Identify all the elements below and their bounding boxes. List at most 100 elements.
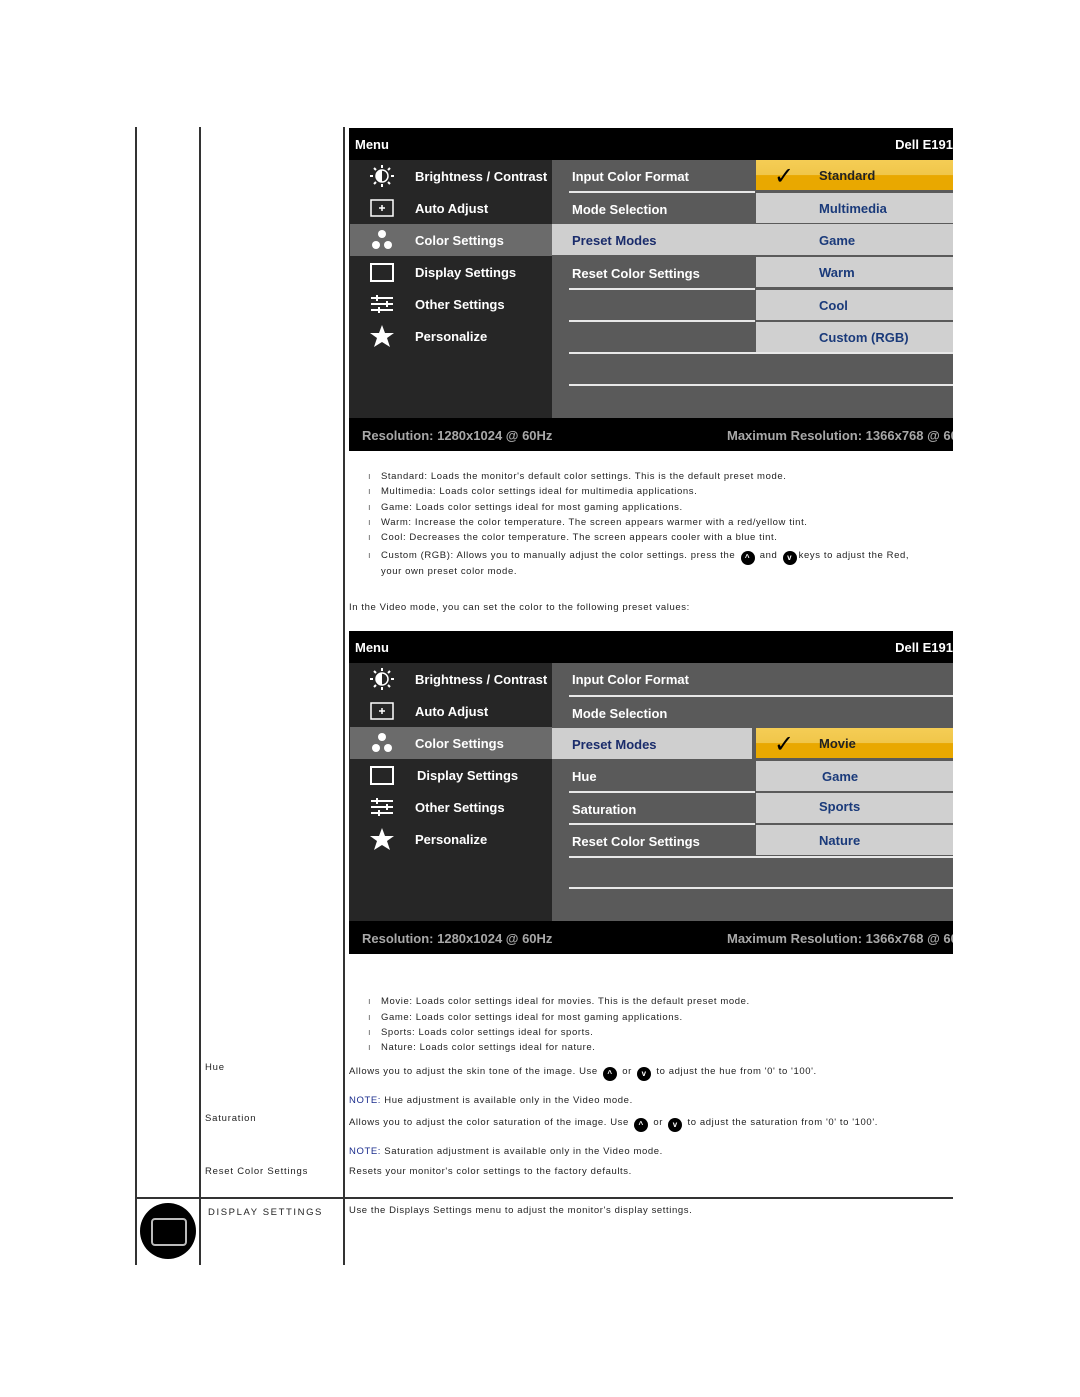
hue-label: Hue bbox=[205, 1062, 225, 1073]
bullet-text: Movie: Loads color settings ideal for mo… bbox=[381, 996, 750, 1007]
osd-menu-label: Brightness / Contrast bbox=[415, 672, 548, 687]
osd-option-movie[interactable]: ✓ Movie bbox=[756, 728, 953, 758]
osd-menu-display-settings[interactable]: Display Settings bbox=[350, 256, 552, 288]
osd-submenu-hue[interactable]: Hue bbox=[552, 760, 752, 791]
bullet-text: Cool: Decreases the color temperature. T… bbox=[381, 532, 778, 543]
osd-option-game[interactable]: Game bbox=[756, 225, 953, 255]
osd-menu-auto-adjust[interactable]: Auto Adjust bbox=[350, 192, 552, 224]
osd-menu-label: Other Settings bbox=[415, 800, 505, 815]
osd-menu-label: Personalize bbox=[415, 329, 488, 344]
note-label: NOTE: bbox=[349, 1146, 382, 1157]
auto-adjust-icon bbox=[370, 702, 394, 720]
osd-submenu-reset-color-settings[interactable]: Reset Color Settings bbox=[552, 825, 752, 856]
note-text: Saturation adjustment is available only … bbox=[384, 1146, 663, 1157]
osd-separator bbox=[569, 887, 953, 889]
reset-color-settings-description: Resets your monitor's color settings to … bbox=[349, 1166, 632, 1177]
osd-menu-color-settings[interactable]: Color Settings bbox=[350, 727, 552, 759]
osd-option-nature[interactable]: Nature bbox=[756, 825, 953, 855]
osd-separator bbox=[569, 352, 953, 354]
osd-separator bbox=[569, 856, 953, 858]
bullet: ı bbox=[368, 532, 372, 543]
bullet: ı bbox=[368, 1027, 372, 1038]
osd-option-game[interactable]: Game bbox=[756, 761, 953, 791]
osd-option-warm[interactable]: Warm bbox=[756, 257, 953, 287]
osd-option-label: Sports bbox=[819, 799, 861, 814]
osd-menu-personalize[interactable]: Personalize bbox=[350, 320, 552, 352]
osd-resolution: Resolution: 1280x1024 @ 60Hz bbox=[362, 931, 553, 946]
osd-menu-label: Other Settings bbox=[415, 297, 505, 312]
osd-option-label: Standard bbox=[819, 168, 876, 183]
osd-submenu-input-color-format[interactable]: Input Color Format bbox=[552, 663, 953, 694]
table-border-col2 bbox=[343, 127, 345, 1265]
osd-separator bbox=[569, 320, 755, 322]
brightness-icon bbox=[370, 165, 394, 187]
osd-submenu-label: Reset Color Settings bbox=[572, 266, 700, 281]
bullet-text: Nature: Loads color settings ideal for n… bbox=[381, 1042, 596, 1053]
osd-option-label: Multimedia bbox=[819, 201, 887, 216]
osd-menu-brightness-contrast[interactable]: Brightness / Contrast bbox=[350, 160, 552, 192]
osd-submenu-saturation[interactable]: Saturation bbox=[552, 793, 752, 824]
video-mode-intro: In the Video mode, you can set the color… bbox=[349, 602, 690, 613]
osd-max-resolution: Maximum Resolution: 1366x768 @ 60 bbox=[727, 931, 953, 946]
osd-submenu-reset-color-settings[interactable]: Reset Color Settings bbox=[552, 257, 752, 288]
osd-submenu-label: Preset Modes bbox=[572, 233, 657, 248]
bullet: ı bbox=[368, 1012, 372, 1023]
osd-menu-brightness-contrast[interactable]: Brightness / Contrast bbox=[350, 663, 552, 695]
osd-max-resolution: Maximum Resolution: 1366x768 @ 60 bbox=[727, 428, 953, 443]
osd-menu-standard: Menu Dell E191 Brightness / Contrast Aut… bbox=[349, 128, 953, 451]
osd-menu-label: Display Settings bbox=[415, 265, 517, 280]
bullet: ı bbox=[368, 996, 372, 1007]
osd-menu-label: Brightness / Contrast bbox=[415, 169, 548, 184]
osd-submenu-input-color-format[interactable]: Input Color Format bbox=[552, 160, 752, 191]
bullet-text: Sports: Loads color settings ideal for s… bbox=[381, 1027, 594, 1038]
osd-submenu-label: Preset Modes bbox=[572, 737, 657, 752]
osd-menu-label: Auto Adjust bbox=[415, 704, 489, 719]
osd-option-custom-rgb[interactable]: Custom (RGB) bbox=[756, 322, 953, 352]
osd-separator bbox=[569, 384, 953, 386]
osd-menu-display-settings[interactable]: Display Settings bbox=[350, 759, 552, 791]
osd-menu-personalize[interactable]: Personalize bbox=[350, 823, 552, 855]
table-row-divider bbox=[135, 1197, 953, 1199]
saturation-desc-1: Allows you to adjust the color saturatio… bbox=[349, 1117, 629, 1128]
osd-footer: Resolution: 1280x1024 @ 60Hz Maximum Res… bbox=[349, 921, 953, 954]
osd-submenu-mode-selection[interactable]: Mode Selection bbox=[552, 697, 953, 728]
osd-main-menu: Brightness / Contrast Auto Adjust Color … bbox=[349, 663, 552, 921]
osd-option-label: Movie bbox=[819, 736, 856, 751]
osd-option-multimedia[interactable]: Multimedia bbox=[756, 193, 953, 223]
osd-menu-other-settings[interactable]: Other Settings bbox=[350, 288, 552, 320]
osd-option-sports[interactable]: Sports bbox=[756, 793, 953, 823]
hue-description: Allows you to adjust the skin tone of th… bbox=[349, 1066, 817, 1081]
osd-header-title: Menu bbox=[355, 640, 389, 655]
bullet: ı bbox=[368, 502, 372, 513]
osd-submenu-label: Input Color Format bbox=[572, 169, 689, 184]
note-text: Hue adjustment is available only in the … bbox=[384, 1095, 633, 1106]
star-icon bbox=[370, 828, 394, 850]
custom-text-1: Custom (RGB): Allows you to manually adj… bbox=[381, 550, 736, 561]
osd-submenu-label: Reset Color Settings bbox=[572, 834, 700, 849]
bullet: ı bbox=[368, 517, 372, 528]
saturation-desc-2: to adjust the saturation from '0' to '10… bbox=[687, 1117, 878, 1128]
up-key-icon: ^ bbox=[603, 1067, 618, 1081]
bullet: ı bbox=[368, 471, 372, 482]
bullet-text: Multimedia: Loads color settings ideal f… bbox=[381, 486, 698, 497]
display-settings-description: Use the Displays Settings menu to adjust… bbox=[349, 1205, 693, 1216]
bullet: ı bbox=[368, 1042, 372, 1053]
osd-model-name: Dell E191 bbox=[895, 640, 953, 655]
osd-option-standard[interactable]: ✓ Standard bbox=[756, 160, 953, 190]
osd-menu-color-settings[interactable]: Color Settings bbox=[350, 224, 552, 256]
color-settings-icon bbox=[372, 230, 392, 249]
other-settings-icon bbox=[371, 798, 393, 816]
osd-option-label: Custom (RGB) bbox=[819, 330, 909, 345]
osd-submenu-mode-selection[interactable]: Mode Selection bbox=[552, 193, 752, 224]
display-settings-heading: DISPLAY SETTINGS bbox=[208, 1207, 323, 1218]
osd-menu-video: Menu Dell E191 Brightness / Contrast Aut… bbox=[349, 631, 953, 954]
osd-menu-auto-adjust[interactable]: Auto Adjust bbox=[350, 695, 552, 727]
bullet-text: Standard: Loads the monitor's default co… bbox=[381, 471, 787, 482]
osd-menu-other-settings[interactable]: Other Settings bbox=[350, 791, 552, 823]
osd-submenu-preset-modes[interactable]: Preset Modes bbox=[552, 728, 752, 759]
osd-option-cool[interactable]: Cool bbox=[756, 290, 953, 320]
check-icon: ✓ bbox=[774, 163, 795, 190]
osd-menu-label: Color Settings bbox=[415, 233, 504, 248]
brightness-icon bbox=[370, 668, 394, 690]
up-key-icon: ^ bbox=[740, 551, 755, 565]
